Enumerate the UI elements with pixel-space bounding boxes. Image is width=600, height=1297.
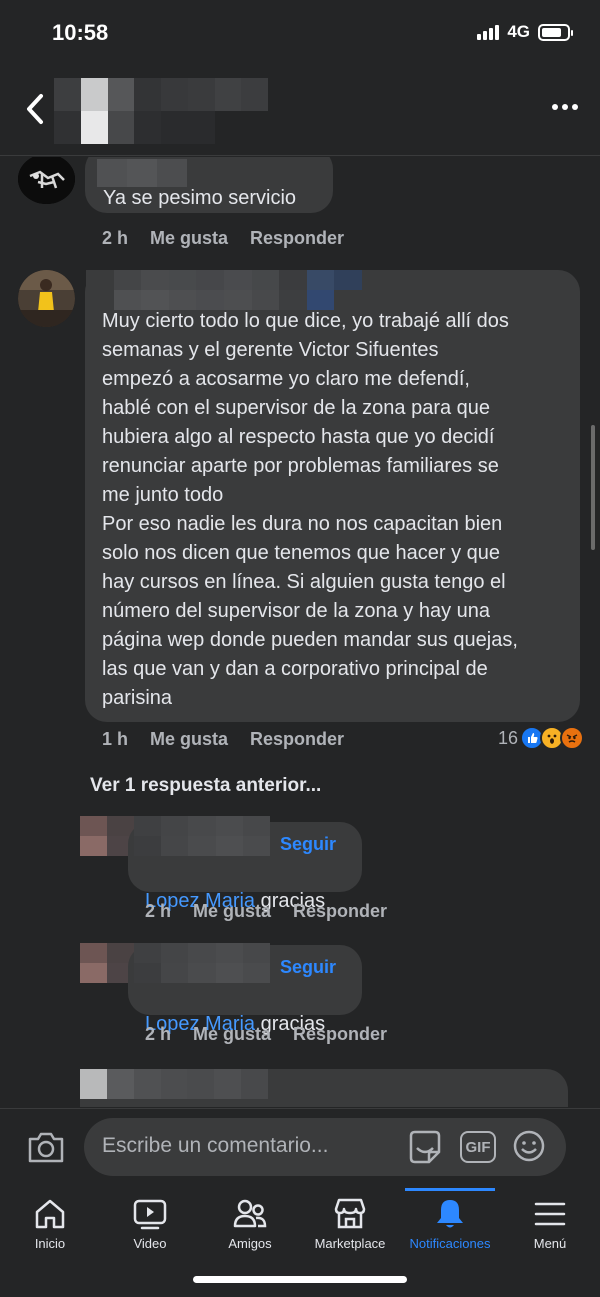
tab-label: Marketplace	[314, 1236, 386, 1251]
emoji-icon[interactable]	[512, 1129, 546, 1163]
battery-level	[542, 27, 562, 37]
status-bar: 10:58 4G	[0, 0, 600, 70]
tab-inicio[interactable]: Inicio	[0, 1188, 100, 1268]
angry-icon	[560, 726, 584, 750]
comment-actions: 1 h Me gusta Responder	[102, 729, 344, 750]
camera-icon[interactable]	[26, 1129, 66, 1165]
post-header	[0, 70, 600, 156]
more-horizontal-icon[interactable]	[550, 98, 580, 116]
menu-icon	[534, 1202, 566, 1226]
view-previous-replies[interactable]: Ver 1 respuesta anterior...	[90, 775, 321, 797]
blurred-page-name	[54, 78, 268, 144]
follow-button[interactable]: Seguir	[280, 834, 336, 855]
tab-label: Video	[133, 1236, 167, 1251]
comment-time: 1 h	[102, 729, 129, 749]
comment-time: 2 h	[102, 228, 129, 248]
battery-icon	[538, 23, 573, 41]
sticker-icon[interactable]	[406, 1128, 444, 1166]
blurred-reply-author	[134, 943, 270, 983]
tab-label: Menú	[533, 1236, 567, 1251]
comment-placeholder: Escribe un comentario...	[102, 1134, 329, 1157]
reply-button[interactable]: Responder	[250, 228, 344, 249]
comment-composer: Escribe un comentario... GIF	[0, 1108, 600, 1188]
status-time: 10:58	[52, 20, 109, 45]
tab-video[interactable]: Video	[100, 1188, 200, 1268]
marketplace-icon	[334, 1198, 366, 1229]
reply-time: 2 h	[145, 901, 172, 921]
gif-icon[interactable]: GIF	[460, 1131, 496, 1163]
reply-button[interactable]: Responder	[293, 901, 387, 922]
reply-actions: 2 h Me gusta Responder	[145, 1024, 387, 1045]
home-indicator	[193, 1276, 407, 1283]
follow-button[interactable]: Seguir	[280, 957, 336, 978]
network-type: 4G	[507, 22, 530, 41]
tab-label: Amigos	[228, 1236, 272, 1251]
reply-avatar[interactable]	[80, 943, 134, 983]
reply-avatar[interactable]	[80, 816, 134, 856]
like-button[interactable]: Me gusta	[150, 729, 228, 750]
scrollbar[interactable]	[591, 425, 595, 550]
comment-text: Ya se pesimo servicio	[103, 187, 297, 209]
tab-amigos[interactable]: Amigos	[200, 1188, 300, 1268]
tab-marketplace[interactable]: Marketplace	[300, 1188, 400, 1268]
like-button[interactable]: Me gusta	[193, 901, 271, 922]
like-button[interactable]: Me gusta	[150, 228, 228, 249]
video-icon	[133, 1199, 167, 1230]
reaction-count: 16	[497, 727, 518, 748]
bell-icon	[437, 1200, 463, 1228]
reply-actions: 2 h Me gusta Responder	[145, 901, 387, 922]
home-icon	[35, 1199, 65, 1229]
blurred-author-name	[80, 1069, 268, 1099]
comment-text: Muy cierto todo lo que dice, yo trabajé …	[102, 310, 518, 709]
reactions-summary[interactable]: 16	[498, 726, 584, 750]
bottom-tab-bar: Inicio Video Amigos Marketplace Notifica…	[0, 1188, 600, 1297]
status-indicators: 4G	[477, 22, 573, 42]
chevron-left-icon[interactable]	[22, 92, 48, 126]
tab-notificaciones[interactable]: Notificaciones	[400, 1188, 500, 1268]
signal-icon	[477, 24, 500, 40]
blurred-reply-author	[134, 816, 270, 856]
comment-input[interactable]: Escribe un comentario... GIF	[84, 1118, 566, 1176]
tab-menu[interactable]: Menú	[500, 1188, 600, 1268]
blurred-author-name	[86, 270, 362, 310]
avatar[interactable]	[18, 270, 75, 327]
blurred-author-name	[97, 159, 187, 187]
tab-label: Notificaciones	[409, 1236, 491, 1251]
reply-button[interactable]: Responder	[250, 729, 344, 750]
reply-time: 2 h	[145, 1024, 172, 1044]
like-button[interactable]: Me gusta	[193, 1024, 271, 1045]
friends-icon	[233, 1199, 267, 1228]
avatar[interactable]	[18, 157, 75, 204]
reply-button[interactable]: Responder	[293, 1024, 387, 1045]
tab-label: Inicio	[34, 1236, 66, 1251]
comment-actions: 2 h Me gusta Responder	[102, 228, 344, 249]
comments-feed: Ya se pesimo servicio 2 h Me gusta Respo…	[0, 157, 600, 1107]
